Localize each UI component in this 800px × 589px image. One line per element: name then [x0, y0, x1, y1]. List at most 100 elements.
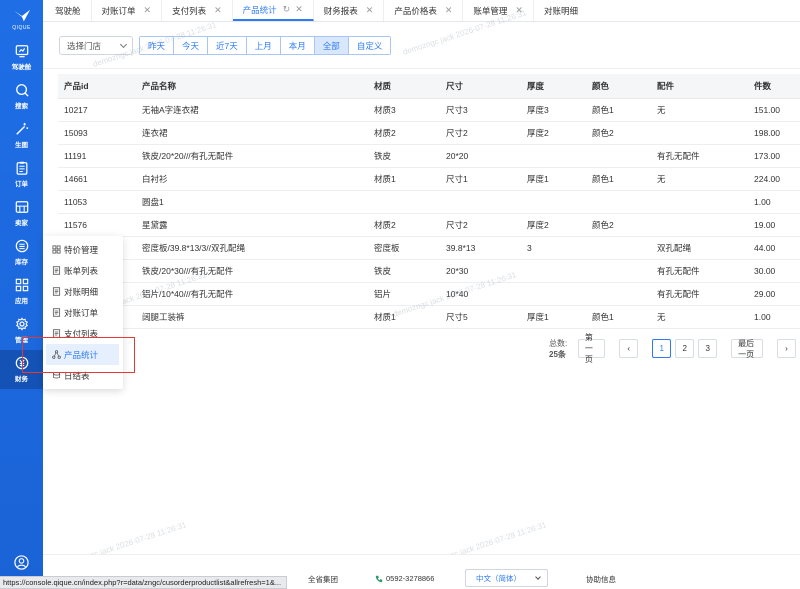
close-icon[interactable]: ✕ — [144, 5, 152, 16]
nav-label: 订单 — [15, 181, 28, 188]
table-cell: 密度板/39.8*13/3//双孔配绳 — [136, 236, 368, 260]
menu-reconcile-orders[interactable]: 对账订单 — [43, 302, 123, 323]
table-cell: 尺寸1 — [440, 167, 521, 191]
menu-payment-list[interactable]: 支付列表 — [43, 323, 123, 344]
tab-bill-manage[interactable]: 账单管理 ✕ — [463, 0, 534, 21]
logo[interactable]: QIQUE — [0, 0, 43, 38]
seller-icon — [15, 201, 28, 213]
tab-reconcile-detail[interactable]: 对账明细 — [534, 0, 588, 21]
table-row[interactable]: 15093 连衣裙 材质2 尺寸2 厚度2 颜色2 198.00 — [58, 121, 800, 145]
column-header[interactable]: 材质 — [368, 74, 440, 99]
table-cell: 颜色1 — [586, 98, 651, 122]
close-icon[interactable]: ✕ — [445, 5, 453, 16]
menu-special-price[interactable]: 特价管理 — [43, 239, 123, 260]
table-row[interactable]: 铝片/10*40///有孔无配件 铝片 10*40 有孔无配件 29.00 — [58, 282, 800, 306]
table-row[interactable]: 11053 圆盘1 1.00 — [58, 190, 800, 214]
column-header[interactable]: 厚度 — [521, 74, 586, 99]
table-row[interactable]: 14661 白衬衫 材质1 尺寸1 厚度1 颜色1 无 224.00 — [58, 167, 800, 191]
nav-search[interactable]: 搜索 — [0, 77, 43, 116]
table-cell: 19.00 — [748, 213, 800, 237]
range-all[interactable]: 全部 — [314, 37, 349, 54]
table-row[interactable]: 铁皮/20*30///有孔无配件 铁皮 20*30 有孔无配件 30.00 — [58, 259, 800, 283]
nav-manage[interactable]: 管理 — [0, 311, 43, 350]
table-cell: 铁皮/20*20///有孔无配件 — [136, 144, 368, 168]
table-row[interactable]: 10217 无袖A字连衣裙 材质3 尺寸3 厚度3 颜色1 无 151.00 — [58, 98, 800, 122]
range-last7[interactable]: 近7天 — [208, 37, 247, 54]
range-this-month[interactable]: 本月 — [280, 37, 315, 54]
column-header[interactable]: 产品名称 — [136, 74, 368, 99]
page-button-2[interactable]: 2 — [675, 339, 695, 358]
chevron-down-icon — [535, 574, 541, 580]
help-link[interactable]: 协助信息 — [586, 574, 616, 585]
column-header[interactable]: 件数 — [748, 74, 800, 99]
table-cell: 1.00 — [748, 190, 800, 214]
page-button-3[interactable]: 3 — [698, 339, 718, 358]
table-cell — [440, 190, 521, 214]
column-header[interactable]: 颜色 — [586, 74, 651, 99]
nav-dashboard[interactable]: 驾驶舱 — [0, 38, 43, 77]
tab-reconcile-orders[interactable]: 对账订单 ✕ — [92, 0, 163, 21]
range-custom[interactable]: 自定义 — [348, 37, 391, 54]
nav-finance[interactable]: 财务 — [0, 350, 43, 389]
user-avatar-icon[interactable] — [14, 555, 29, 570]
table-row[interactable]: 阔腿工装裤 材质1 尺寸5 厚度1 颜色1 无 1.00 — [58, 305, 800, 329]
page-button-1[interactable]: 1 — [652, 339, 672, 358]
tab-product-stats[interactable]: 产品统计 ↻ ✕ — [232, 0, 314, 21]
nav-orders[interactable]: 订单 — [0, 155, 43, 194]
table-cell: 颜色1 — [586, 167, 651, 191]
range-last-month[interactable]: 上月 — [246, 37, 281, 54]
tab-dashboard[interactable]: 驾驶舱 — [43, 0, 92, 21]
table-cell: 厚度1 — [521, 305, 586, 329]
menu-daily-report[interactable]: 日结表 — [43, 365, 123, 386]
table-cell: 10217 — [58, 98, 136, 122]
total-count: 总数: 25条 — [549, 338, 570, 360]
tab-payment-list[interactable]: 支付列表 ✕ — [162, 0, 233, 21]
close-icon[interactable]: ✕ — [214, 5, 222, 16]
menu-label: 日结表 — [64, 370, 90, 381]
close-icon[interactable]: ✕ — [366, 5, 374, 16]
tab-finance-report[interactable]: 财务报表 ✕ — [314, 0, 385, 21]
inventory-icon — [15, 239, 28, 253]
table-cell: 厚度3 — [521, 98, 586, 122]
table-cell: 铝片 — [368, 282, 440, 306]
nav-apps[interactable]: 应用 — [0, 272, 43, 311]
table-cell: 198.00 — [748, 121, 800, 145]
close-icon[interactable]: ✕ — [295, 4, 303, 15]
footer-phone: 0592-3278866 — [375, 574, 434, 583]
table-cell: 双孔配绳 — [651, 236, 748, 260]
range-today[interactable]: 今天 — [174, 37, 209, 54]
table-cell — [586, 236, 651, 260]
nav-generate[interactable]: 生图 — [0, 116, 43, 155]
table-row[interactable]: 11191 铁皮/20*20///有孔无配件 铁皮 20*20 有孔无配件 173.00 — [58, 144, 800, 168]
table-cell: 星黛露 — [136, 213, 368, 237]
column-header[interactable]: 尺寸 — [440, 74, 521, 99]
close-icon[interactable]: ✕ — [515, 5, 523, 16]
gear-icon — [15, 317, 28, 331]
table-row[interactable]: 11576 星黛露 材质2 尺寸2 厚度2 颜色2 19.00 — [58, 213, 800, 237]
range-yesterday[interactable]: 昨天 — [140, 37, 175, 54]
nav-inventory[interactable]: 库存 — [0, 233, 43, 272]
store-select[interactable]: 选择门店 — [59, 36, 133, 55]
prev-page-button[interactable]: ‹ — [619, 339, 639, 358]
next-page-button[interactable]: › — [777, 339, 796, 358]
menu-product-stats[interactable]: 产品统计 — [46, 344, 119, 365]
table-cell — [368, 190, 440, 214]
footer-group-text: 全省集团 — [308, 575, 338, 584]
menu-reconcile-detail[interactable]: 对账明细 — [43, 281, 123, 302]
table-cell: 厚度1 — [521, 167, 586, 191]
nav-seller[interactable]: 卖家 — [0, 194, 43, 233]
table-cell: 材质2 — [368, 121, 440, 145]
document-icon — [52, 287, 61, 296]
tab-product-price[interactable]: 产品价格表 ✕ — [384, 0, 464, 21]
language-select[interactable]: 中文（简体） — [465, 569, 548, 587]
table-row[interactable]: 密度板/39.8*13/3//双孔配绳 密度板 39.8*13 3 双孔配绳 44.00 — [58, 236, 800, 260]
tab-label: 对账订单 — [101, 5, 136, 16]
column-header[interactable]: 产品id — [58, 74, 136, 99]
refresh-icon[interactable]: ↻ — [283, 4, 291, 15]
nav-label: 驾驶舱 — [11, 64, 32, 71]
first-page-button[interactable]: 第一页 — [577, 333, 606, 364]
table-cell: 材质1 — [368, 167, 440, 191]
last-page-button[interactable]: 最后一页 — [731, 339, 763, 359]
column-header[interactable]: 配件 — [651, 74, 748, 99]
menu-bill-list[interactable]: 账单列表 — [43, 260, 123, 281]
